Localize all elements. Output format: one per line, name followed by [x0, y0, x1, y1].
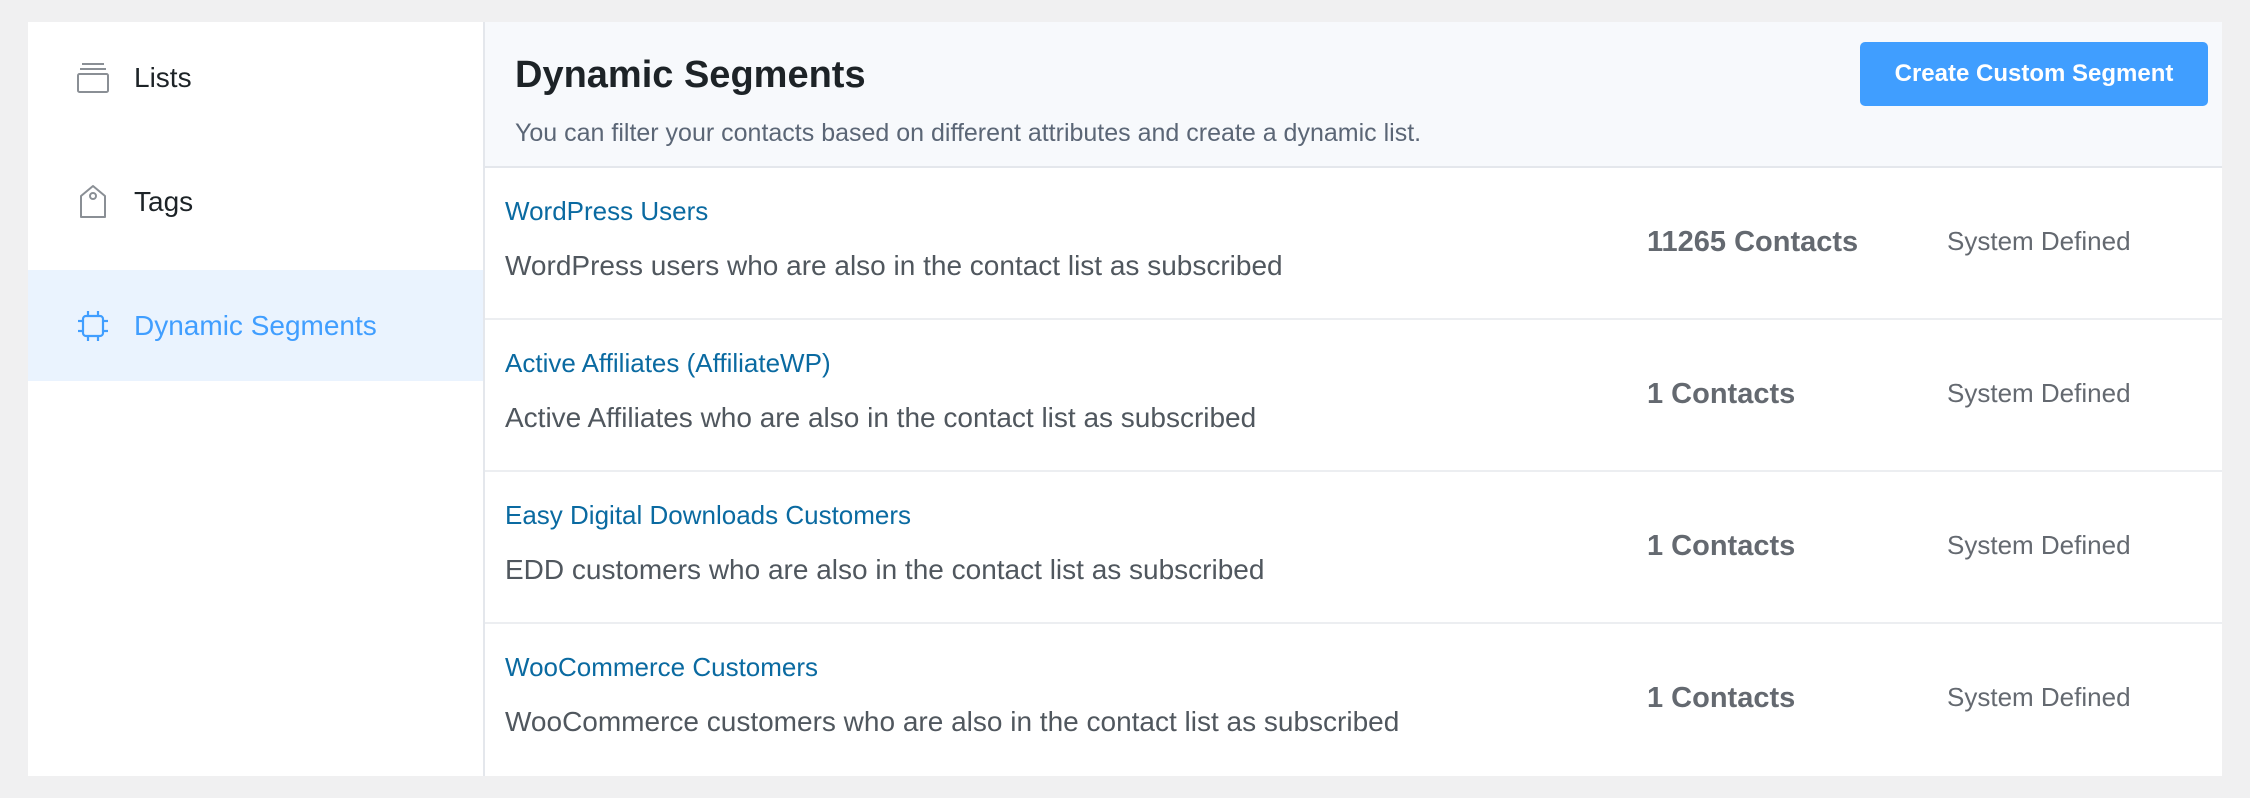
- segment-row: WordPress Users WordPress users who are …: [485, 168, 2222, 320]
- segment-contact-count: 1 Contacts: [1647, 530, 1796, 562]
- segment-contact-count: 11265 Contacts: [1647, 226, 1859, 258]
- segment-row: Active Affiliates (AffiliateWP) Active A…: [485, 320, 2222, 472]
- sidebar-item-dynamic-segments[interactable]: Dynamic Segments: [28, 270, 483, 381]
- segment-description: Active Affiliates who are also in the co…: [505, 402, 1257, 433]
- sidebar-item-tags[interactable]: Tags: [28, 146, 483, 257]
- page-subtitle: You can filter your contacts based on di…: [515, 119, 1422, 147]
- segment-row: Easy Digital Downloads Customers EDD cus…: [485, 472, 2222, 624]
- segment-contact-count: 1 Contacts: [1647, 378, 1796, 410]
- segment-title-link[interactable]: Active Affiliates (AffiliateWP): [505, 348, 831, 379]
- create-custom-segment-button[interactable]: Create Custom Segment: [1860, 42, 2208, 106]
- segment-type: System Defined: [1947, 378, 2131, 408]
- segment-description: WooCommerce customers who are also in th…: [505, 706, 1400, 737]
- sidebar-item-lists[interactable]: Lists: [28, 22, 483, 133]
- segment-type: System Defined: [1947, 226, 2131, 256]
- segment-title-link[interactable]: WordPress Users: [505, 196, 708, 227]
- segment-description: WordPress users who are also in the cont…: [505, 250, 1283, 281]
- segment-title-link[interactable]: WooCommerce Customers: [505, 652, 818, 683]
- sidebar-item-label: Tags: [134, 185, 194, 217]
- segment-contact-count: 1 Contacts: [1647, 682, 1796, 714]
- segment-type: System Defined: [1947, 682, 2131, 712]
- segment-description: EDD customers who are also in the contac…: [505, 554, 1265, 585]
- app-frame: Lists Tags Dynamic Segments Dynamic Segm…: [28, 22, 2222, 776]
- segment-title-link[interactable]: Easy Digital Downloads Customers: [505, 500, 911, 531]
- sidebar-item-label: Lists: [134, 61, 192, 93]
- tag-icon: [74, 183, 112, 221]
- chip-icon: [74, 307, 112, 345]
- sidebar-item-label: Dynamic Segments: [134, 309, 377, 341]
- sidebar: Lists Tags Dynamic Segments: [28, 22, 485, 776]
- list-stack-icon: [74, 59, 112, 97]
- segment-row: WooCommerce Customers WooCommerce custom…: [485, 624, 2222, 776]
- segment-type: System Defined: [1947, 530, 2131, 560]
- page-header: Dynamic Segments You can filter your con…: [485, 22, 2222, 168]
- segment-list: WordPress Users WordPress users who are …: [485, 168, 2222, 776]
- main-panel: Dynamic Segments You can filter your con…: [485, 22, 2222, 776]
